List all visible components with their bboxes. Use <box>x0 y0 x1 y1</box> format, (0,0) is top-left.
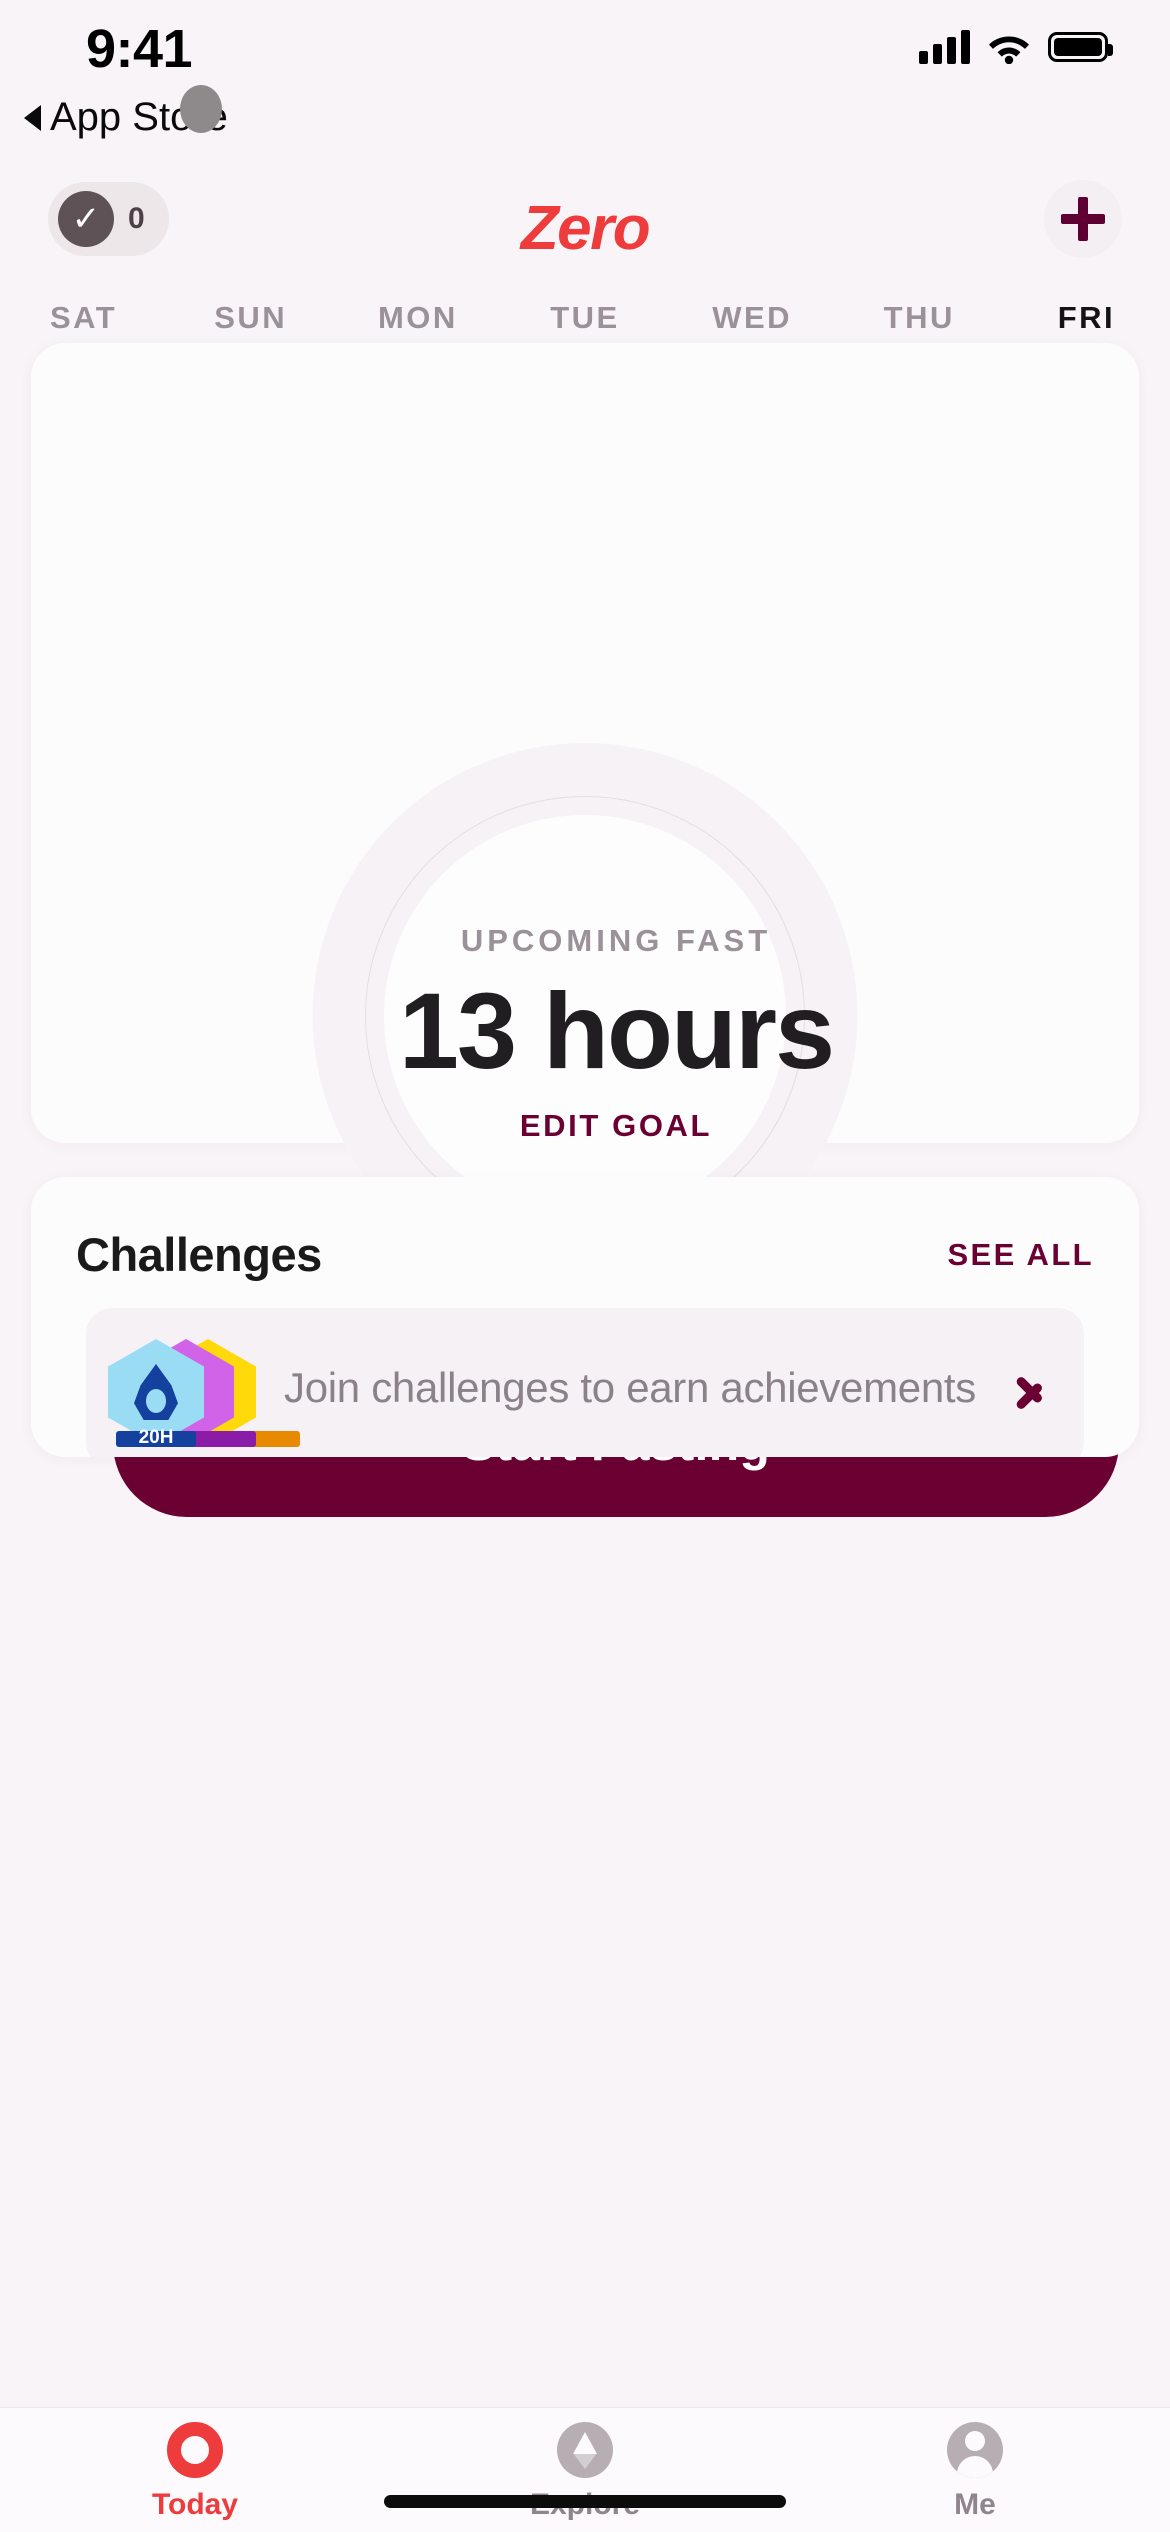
add-fast-button[interactable] <box>1044 180 1122 258</box>
day-label: WED <box>712 300 793 335</box>
timer-text-group: UPCOMING FAST 13 hours EDIT GOAL <box>31 923 1170 1144</box>
app-navbar: ✓ 0 Zero <box>0 170 1170 286</box>
challenges-title: Challenges <box>76 1228 322 1281</box>
timer-duration: 13 hours <box>398 970 835 1091</box>
tab-label: Today <box>151 2488 239 2521</box>
chevron-right-icon[interactable] <box>1014 1360 1048 1416</box>
tab-explore[interactable]: Explore <box>390 2408 780 2532</box>
challenge-promo-text: Join challenges to earn achievements <box>284 1363 976 1411</box>
status-bar: 9:41 App Store <box>0 0 1170 150</box>
challenge-badges: 20H <box>108 1329 300 1448</box>
home-indicator[interactable] <box>384 2495 786 2508</box>
flame-icon <box>134 1364 178 1420</box>
challenge-promo-row[interactable]: 20H Join challenges to earn achievements <box>86 1308 1084 1457</box>
tab-today[interactable]: Today <box>0 2408 390 2532</box>
day-label: THU <box>883 300 955 335</box>
wifi-icon <box>987 30 1031 65</box>
compass-icon <box>557 2422 613 2478</box>
back-caret-icon <box>24 104 41 131</box>
today-ring-icon <box>167 2422 223 2478</box>
brand-logo: Zero <box>520 193 651 263</box>
edit-goal-link[interactable]: EDIT GOAL <box>520 1108 712 1144</box>
day-label: SAT <box>49 300 118 335</box>
tab-bar: Today Explore Me <box>0 2407 1170 2532</box>
challenges-card: Challenges SEE ALL 20H Join challenges t… <box>31 1177 1139 1457</box>
day-label: FRI <box>1057 300 1116 335</box>
challenges-header: Challenges SEE ALL <box>76 1227 1094 1282</box>
see-all-link[interactable]: SEE ALL <box>947 1237 1094 1273</box>
cellular-signal-icon <box>919 30 970 64</box>
tab-label: Me <box>954 2488 996 2521</box>
touch-cursor-indicator <box>180 85 222 133</box>
day-label: MON <box>377 300 458 335</box>
tab-bar-wrapper: Today Explore Me <box>0 2407 1170 2532</box>
day-label: SUN <box>214 300 288 335</box>
badge-hours-label: 20H <box>138 1427 174 1448</box>
tab-me[interactable]: Me <box>780 2408 1170 2532</box>
status-indicators <box>919 30 1113 65</box>
status-time: 9:41 <box>86 19 193 79</box>
battery-icon <box>1048 32 1113 62</box>
fast-timer-card: UPCOMING FAST 13 hours EDIT GOAL Start F… <box>31 343 1139 1517</box>
day-label: TUE <box>550 300 620 335</box>
timer-kicker: UPCOMING FAST <box>460 923 772 958</box>
plus-icon <box>1061 197 1105 241</box>
badge-blue-flame-icon: 20H <box>108 1339 204 1448</box>
person-icon <box>947 2422 1003 2478</box>
